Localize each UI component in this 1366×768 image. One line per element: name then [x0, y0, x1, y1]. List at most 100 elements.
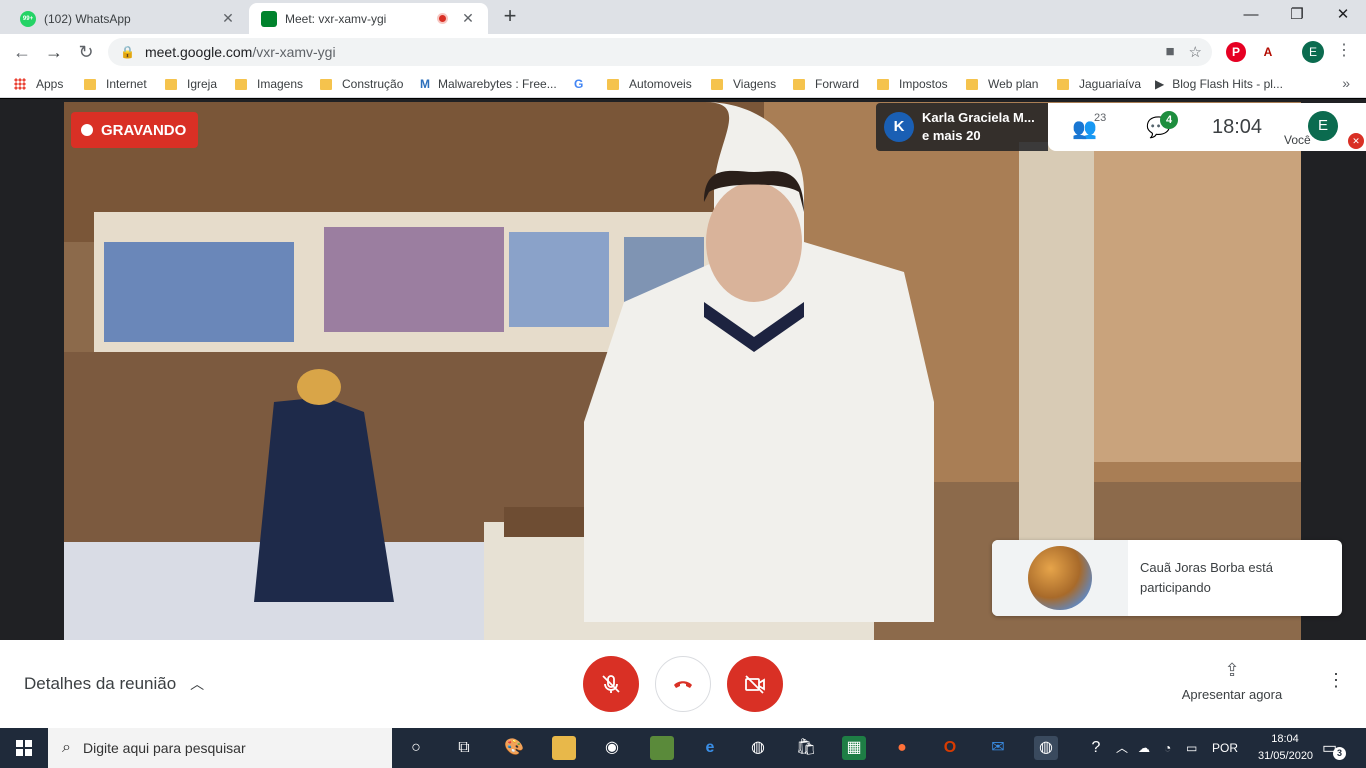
back-button[interactable]: ←: [10, 40, 34, 64]
bookmark-blog-flash-hits[interactable]: ▶ Blog Flash Hits - pl...: [1155, 76, 1283, 92]
search-icon: ⌕: [62, 739, 71, 756]
folder-icon: [320, 78, 332, 90]
bookmarks-overflow-button[interactable]: »: [1342, 75, 1350, 91]
forward-button[interactable]: →: [42, 40, 66, 64]
self-mic-off-icon: ✕: [1348, 133, 1364, 149]
chrome-taskbar-icon[interactable]: ◍: [746, 736, 770, 760]
bookmark-automoveis[interactable]: Automoveis: [607, 76, 692, 92]
taskbar-clock[interactable]: 18:04 31/05/2020: [1258, 731, 1313, 765]
tab-strip: 99+ (102) WhatsApp ✕ Meet: vxr-xamv-ygi …: [0, 0, 1366, 34]
excel-icon[interactable]: ▦: [842, 736, 866, 760]
bookmark-apps[interactable]: Apps: [14, 76, 63, 92]
edge-icon[interactable]: e: [698, 736, 722, 760]
webcam-app-icon[interactable]: ◉: [600, 736, 624, 760]
folder-icon: [607, 78, 619, 90]
recording-badge: GRAVANDO: [71, 112, 199, 148]
more-options-icon[interactable]: ⋮: [1326, 670, 1346, 691]
present-now-button[interactable]: ⇪ Apresentar agora: [1170, 660, 1294, 702]
bookmark-forward[interactable]: Forward: [793, 76, 859, 92]
reload-button[interactable]: ↻: [74, 40, 98, 64]
tab-whatsapp[interactable]: 99+ (102) WhatsApp ✕: [8, 3, 248, 34]
presenter-name: Karla Graciela M...: [922, 110, 1035, 125]
presenter-others: e mais 20: [922, 128, 981, 143]
bookmark-jaguariaiva[interactable]: Jaguariaíva: [1057, 76, 1141, 92]
browser-menu-icon[interactable]: ⋮: [1334, 40, 1354, 60]
present-screen-icon: ⇪: [1224, 660, 1240, 680]
restore-button[interactable]: ❐: [1274, 0, 1320, 30]
bookmark-impostos[interactable]: Impostos: [877, 76, 948, 92]
folder-icon: [165, 78, 177, 90]
leave-call-button[interactable]: [655, 656, 711, 712]
bookmark-construcao[interactable]: Construção: [320, 76, 403, 92]
folder-icon: [793, 78, 805, 90]
camera-off-button[interactable]: [727, 656, 783, 712]
folder-icon: [711, 78, 723, 90]
bookmark-internet[interactable]: Internet: [84, 76, 147, 92]
address-bar[interactable]: 🔒 meet.google.com/vxr-xamv-ygi ■ ☆: [108, 38, 1212, 66]
recording-dot-icon: [81, 124, 93, 136]
windows-taskbar: ⌕ Digite aqui para pesquisar ○ ⧉ 🎨 ◉ e ◍…: [0, 728, 1366, 768]
recording-label: GRAVANDO: [101, 121, 187, 139]
show-hidden-icons-icon[interactable]: ︿: [1116, 728, 1128, 768]
close-window-button[interactable]: ✕: [1320, 0, 1366, 30]
input-language[interactable]: POR: [1212, 728, 1238, 768]
bookmark-star-icon[interactable]: ☆: [1189, 43, 1202, 61]
cortana-icon[interactable]: ○: [404, 736, 428, 760]
bookmark-igreja[interactable]: Igreja: [165, 76, 217, 92]
onedrive-icon[interactable]: ☁: [1138, 728, 1150, 768]
meeting-details-button[interactable]: Detalhes da reunião ︿: [24, 674, 204, 694]
windows-logo-icon: [16, 740, 32, 756]
chevron-up-icon: ︿: [190, 676, 205, 692]
browser-toolbar: ← → ↻ 🔒 meet.google.com/vxr-xamv-ygi ■ ☆…: [0, 34, 1366, 70]
meet-control-bar: Detalhes da reunião ︿ ⇪ Apresentar agora…: [0, 640, 1366, 728]
paint-icon[interactable]: 🎨: [502, 736, 526, 760]
office-icon[interactable]: O: [938, 736, 962, 760]
start-button[interactable]: [0, 728, 48, 768]
camera-icon[interactable]: ■: [1165, 43, 1174, 61]
bookmark-imagens[interactable]: Imagens: [235, 76, 303, 92]
bookmark-viagens[interactable]: Viagens: [711, 76, 776, 92]
chrome-active-icon[interactable]: ◍: [1034, 736, 1058, 760]
bookmark-google[interactable]: G: [574, 76, 583, 92]
chat-unread-badge: 4: [1160, 111, 1178, 129]
tab-meet[interactable]: Meet: vxr-xamv-ygi ✕: [249, 3, 488, 34]
minimize-button[interactable]: —: [1228, 0, 1274, 30]
window-controls: — ❐ ✕: [1228, 0, 1366, 30]
acrobat-icon[interactable]: A: [1258, 42, 1278, 62]
folder-icon: [966, 78, 978, 90]
close-tab-icon[interactable]: ✕: [220, 10, 236, 27]
meet-stage: GRAVANDO K Karla Graciela M... e mais 20…: [0, 99, 1366, 728]
lock-icon: 🔒: [120, 45, 135, 59]
pinterest-icon[interactable]: P: [1226, 42, 1246, 62]
file-explorer-icon[interactable]: [552, 736, 576, 760]
task-view-icon[interactable]: ⧉: [452, 736, 476, 760]
google-icon: G: [574, 77, 584, 91]
self-label: Você: [1284, 133, 1311, 147]
battery-icon[interactable]: ▭: [1186, 728, 1197, 768]
camera-off-icon: [745, 675, 765, 694]
recording-indicator-icon: [437, 13, 448, 24]
minecraft-icon[interactable]: [650, 736, 674, 760]
presenter-info[interactable]: K Karla Graciela M... e mais 20: [876, 103, 1048, 151]
folder-icon: [235, 78, 247, 90]
presenter-avatar: K: [884, 112, 914, 142]
close-tab-icon[interactable]: ✕: [460, 10, 476, 27]
self-avatar[interactable]: E: [1308, 111, 1338, 141]
participants-count: 23: [1094, 112, 1107, 124]
mail-icon[interactable]: ✉: [986, 736, 1010, 760]
profile-avatar[interactable]: E: [1302, 41, 1324, 63]
new-tab-button[interactable]: +: [498, 4, 522, 28]
folder-icon: [84, 78, 96, 90]
firefox-icon[interactable]: ●: [890, 736, 914, 760]
help-icon[interactable]: ?: [1084, 736, 1108, 760]
bookmark-malwarebytes[interactable]: M Malwarebytes : Free...: [420, 76, 557, 92]
tab-title: (102) WhatsApp: [44, 11, 131, 26]
bookmark-web-plan[interactable]: Web plan: [966, 76, 1038, 92]
mic-off-button[interactable]: [583, 656, 639, 712]
tab-title: Meet: vxr-xamv-ygi: [285, 11, 387, 26]
taskbar-search-input[interactable]: ⌕ Digite aqui para pesquisar: [48, 728, 392, 768]
meeting-clock: 18:04: [1212, 116, 1263, 138]
wifi-icon[interactable]: ◔: [1164, 728, 1171, 768]
store-icon[interactable]: 🛍: [794, 736, 818, 760]
meet-top-panel: K Karla Graciela M... e mais 20 👥 23 💬 4…: [876, 103, 1366, 151]
